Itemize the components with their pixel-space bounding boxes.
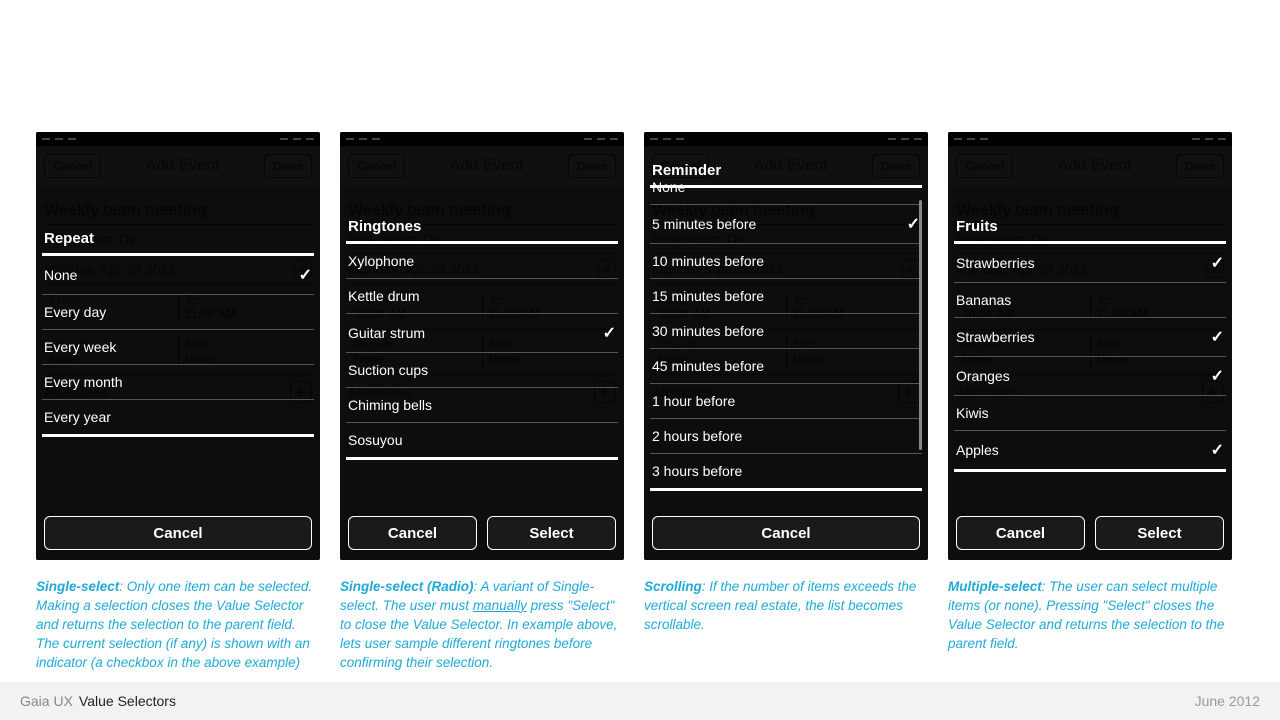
option-label: Guitar strum <box>348 325 425 341</box>
check-icon: ✓ <box>1211 327 1224 347</box>
selector-option[interactable]: Suction cups <box>346 353 618 388</box>
check-icon: ✓ <box>1211 440 1224 460</box>
selector-option[interactable]: Xylophone <box>346 244 618 279</box>
status-bar <box>36 132 320 146</box>
selector-option[interactable]: Strawberries ✓ <box>954 244 1226 283</box>
option-label: Every month <box>44 374 123 390</box>
selector-option[interactable]: 2 hours before <box>650 419 922 454</box>
value-selector-fruits: Fruits Strawberries ✓ Bananas Strawberries ✓… <box>954 212 1226 472</box>
mock-single-select-radio: Cancel Add Event Done Weekly team meetin… <box>340 132 624 560</box>
option-label: 1 hour before <box>652 393 735 409</box>
option-label: 30 minutes before <box>652 323 764 339</box>
event-title: Weekly team meeting <box>44 194 312 224</box>
option-label: Bananas <box>956 292 1011 308</box>
option-label: Apples <box>956 442 999 458</box>
option-list: None ✓ Every day Every week Every month Every… <box>42 256 314 437</box>
footer-brand: Gaia UX <box>20 693 73 709</box>
selector-option[interactable]: 3 hours before <box>650 454 922 489</box>
select-button[interactable]: Select <box>1095 516 1224 550</box>
selector-option[interactable]: Every month <box>42 365 314 400</box>
selector-option[interactable]: 30 minutes before <box>650 314 922 349</box>
check-icon: ✓ <box>1211 366 1224 386</box>
check-icon: ✓ <box>299 265 312 285</box>
option-label: Sosuyou <box>348 432 402 448</box>
select-button[interactable]: Select <box>487 516 616 550</box>
option-label: Every week <box>44 339 116 355</box>
selector-option[interactable]: Sosuyou <box>346 423 618 460</box>
selector-option[interactable]: Apples ✓ <box>954 431 1226 472</box>
option-label: 45 minutes before <box>652 358 764 374</box>
scrollbar-thumb[interactable] <box>919 200 922 450</box>
option-label: Kettle drum <box>348 288 420 304</box>
cancel-button[interactable]: Cancel <box>956 516 1085 550</box>
option-label: Strawberries <box>956 329 1035 345</box>
option-label: None <box>44 267 77 283</box>
option-label: None <box>652 179 685 195</box>
option-label: Every year <box>44 409 111 425</box>
option-label: 10 minutes before <box>652 253 764 269</box>
value-selector-ringtones: Ringtones Xylophone Kettle drum Guitar str… <box>346 212 618 460</box>
caption: Single-select: Only one item can be sele… <box>36 578 320 672</box>
cancel-button[interactable]: Cancel <box>44 154 101 178</box>
selector-title: Fruits <box>954 212 1226 244</box>
check-icon: ✓ <box>603 323 616 343</box>
selector-option[interactable]: None <box>650 170 922 205</box>
mock-multiple-select: Cancel Add Event Done Weekly team meetin… <box>948 132 1232 560</box>
option-label: 2 hours before <box>652 428 742 444</box>
status-bar <box>644 132 928 146</box>
status-bar <box>340 132 624 146</box>
page-title: Add Event <box>146 157 220 175</box>
selector-option[interactable]: Strawberries ✓ <box>954 318 1226 357</box>
footer-date: June 2012 <box>1195 693 1260 709</box>
value-selector-repeat: Repeat None ✓ Every day Every week Every mon… <box>42 224 314 437</box>
option-label: Oranges <box>956 368 1010 384</box>
check-icon: ✓ <box>1211 253 1224 273</box>
option-label: Chiming bells <box>348 397 432 413</box>
selector-option[interactable]: Every day <box>42 295 314 330</box>
selector-title: Repeat <box>42 224 314 256</box>
option-label: Suction cups <box>348 362 428 378</box>
cancel-button[interactable]: Cancel <box>652 516 920 550</box>
option-label: 15 minutes before <box>652 288 764 304</box>
footer-page: Value Selectors <box>79 693 176 709</box>
mock-scrolling: Cancel Add Event Done Weekly team meetin… <box>644 132 928 560</box>
option-list: Strawberries✓BananasStrawberries✓Oranges… <box>954 244 1226 472</box>
selector-option[interactable]: 1 hour before <box>650 384 922 419</box>
selector-option[interactable]: Kettle drum <box>346 279 618 314</box>
status-bar <box>948 132 1232 146</box>
selector-option[interactable]: 15 minutes before <box>650 279 922 314</box>
option-label: Every day <box>44 304 106 320</box>
option-label: 5 minutes before <box>652 216 756 232</box>
option-label: Strawberries <box>956 255 1035 271</box>
caption: Single-select (Radio): A variant of Sing… <box>340 578 624 672</box>
selector-option[interactable]: Guitar strum ✓ <box>346 314 618 353</box>
selector-option[interactable]: 5 minutes before ✓ <box>650 205 922 244</box>
selector-option[interactable]: 10 minutes before <box>650 244 922 279</box>
mock-single-select: Cancel Add Event Done Weekly team meetin… <box>36 132 320 560</box>
selector-option[interactable]: Oranges ✓ <box>954 357 1226 396</box>
value-selector-reminder: Reminder None5 minutes before✓10 minutes… <box>650 156 922 506</box>
option-list: None 5 minutes before ✓ 10 minutes before 15… <box>650 170 922 489</box>
caption: Multiple-select: The user can select mul… <box>948 578 1232 654</box>
check-icon: ✓ <box>907 214 920 234</box>
cancel-button[interactable]: Cancel <box>44 516 312 550</box>
caption: Scrolling: If the number of items exceed… <box>644 578 928 635</box>
selector-option[interactable]: Every year <box>42 400 314 437</box>
option-list: Xylophone Kettle drum Guitar strum ✓ Suction… <box>346 244 618 460</box>
selector-option[interactable]: 45 minutes before <box>650 349 922 384</box>
selector-option[interactable]: Chiming bells <box>346 388 618 423</box>
selector-option[interactable]: Every week <box>42 330 314 365</box>
selector-option[interactable]: Kiwis <box>954 396 1226 431</box>
option-label: Kiwis <box>956 405 989 421</box>
option-label: Xylophone <box>348 253 414 269</box>
option-label: 3 hours before <box>652 463 742 479</box>
footer: Gaia UX Value Selectors June 2012 <box>0 682 1280 720</box>
done-button[interactable]: Done <box>264 154 312 178</box>
cancel-button[interactable]: Cancel <box>348 516 477 550</box>
selector-option[interactable]: Bananas <box>954 283 1226 318</box>
selector-option[interactable]: None ✓ <box>42 256 314 295</box>
selector-title: Ringtones <box>346 212 618 244</box>
